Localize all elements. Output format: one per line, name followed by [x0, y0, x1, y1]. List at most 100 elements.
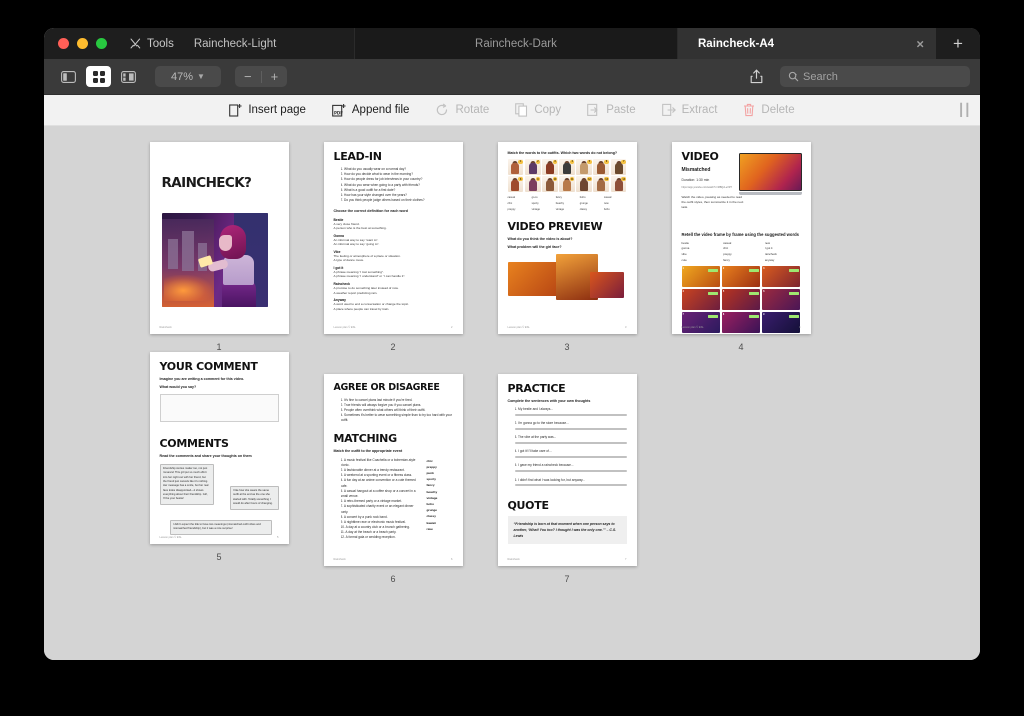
- copy-button[interactable]: Copy: [515, 103, 561, 117]
- close-tab-icon[interactable]: ×: [916, 37, 924, 50]
- paste-icon: [587, 103, 598, 116]
- word-option: fancy: [555, 196, 562, 200]
- thumbnail-cell: AGREE OR DISAGREE 1. It's fine to cancel…: [306, 374, 480, 584]
- grid-view-button[interactable]: [86, 66, 111, 87]
- tab-raincheck-dark[interactable]: Raincheck-Dark: [353, 28, 677, 59]
- section-title: COMMENTS: [159, 437, 229, 451]
- search-input[interactable]: Search: [780, 66, 970, 87]
- pdf-app-window: Tools Raincheck-Light Raincheck-Dark Rai…: [44, 28, 980, 660]
- tab-raincheck-light[interactable]: Raincheck-Light: [183, 28, 354, 59]
- svg-text:PDF: PDF: [334, 111, 343, 116]
- page-number-label: 5: [216, 552, 222, 562]
- list-item: 12. A formal gala or wedding reception.: [340, 535, 396, 540]
- thumbnail-cell: PRACTICE Complete the sentences with you…: [480, 374, 654, 584]
- word-option: new: [603, 202, 609, 206]
- thumbnail-grid: RAINCHECK? Raincheck 1 LEAD-IN 1. What d…: [44, 142, 980, 584]
- match-instruction: Match the words to the outfits. Which tw…: [507, 151, 618, 155]
- word-option: casual: [507, 196, 516, 200]
- cover-illustration: [161, 213, 268, 307]
- footer-left: Lesson plan © ESL: [159, 536, 182, 539]
- page-number-label: 2: [390, 342, 396, 352]
- word-bank: chic preppy punk sporty fancy beachy vin…: [427, 458, 453, 541]
- questions-list: 1. What do you usually wear on a normal …: [334, 167, 453, 203]
- insert-page-button[interactable]: Insert page: [229, 103, 306, 117]
- footer-right: 4: [799, 326, 801, 329]
- section-title: AGREE OR DISAGREE: [333, 382, 440, 393]
- illustration-girl-face: [218, 235, 232, 251]
- definitions-list: Bestie A very close friend. A person who…: [334, 218, 453, 312]
- minimize-window-button[interactable]: [77, 38, 88, 49]
- video-frame: 6: [762, 289, 801, 311]
- zoom-level-selector[interactable]: 47% ▼: [155, 66, 221, 87]
- new-tab-button[interactable]: +: [936, 28, 980, 59]
- thumbnail-cell: Match the words to the outfits. Which tw…: [480, 142, 654, 352]
- section-title: VIDEO PREVIEW: [507, 219, 603, 233]
- action-label: Extract: [681, 104, 718, 116]
- tab-raincheck-a4[interactable]: Raincheck-A4 ×: [677, 28, 936, 59]
- delete-button[interactable]: Delete: [743, 103, 795, 117]
- zoom-stepper[interactable]: − +: [235, 66, 288, 87]
- page-thumbnail-4[interactable]: VIDEO Mismatched Duration: 1:30 min http…: [671, 142, 811, 334]
- append-file-button[interactable]: PDF Append file: [332, 103, 409, 117]
- thumbnail-cell: LEAD-IN 1. What do you usually wear on a…: [306, 142, 480, 352]
- page-number-label: 7: [564, 574, 570, 584]
- word: rave: [426, 526, 433, 531]
- rotate-button[interactable]: Rotate: [435, 103, 489, 117]
- event-list: 1. A music festival like Coachella or a …: [334, 458, 421, 541]
- video-instruction: Watch the video, pausing as needed to re…: [681, 195, 744, 209]
- footer-left: Lesson plan © ESL: [333, 326, 356, 329]
- video-frame: 2: [721, 266, 761, 288]
- page-thumbnail-7[interactable]: PRACTICE Complete the sentences with you…: [497, 374, 637, 566]
- page-content: YOUR COMMENT Imagine you are writing a c…: [150, 352, 289, 544]
- two-page-view-icon: [121, 70, 136, 83]
- laptop-screen: [738, 153, 802, 191]
- page-number-label: 1: [216, 342, 222, 352]
- illustration-building: [167, 239, 178, 269]
- page-footer: Lesson plan © ESL 2: [334, 326, 453, 329]
- character-thumb: 14: [610, 176, 627, 193]
- character-thumb: 12: [576, 176, 593, 193]
- definition-b: A place where people can travel by train…: [333, 306, 390, 311]
- word: cute: [681, 257, 687, 262]
- page-thumbnail-6[interactable]: AGREE OR DISAGREE 1. It's fine to cancel…: [323, 374, 463, 566]
- insert-page-icon: [229, 104, 242, 117]
- character-grid: 1 2 3 4 5 6 7 8 9 10 11 12 13 14: [507, 159, 627, 193]
- share-button[interactable]: [743, 66, 769, 88]
- preview-image: [589, 272, 624, 299]
- zoom-out-button[interactable]: −: [235, 66, 261, 87]
- word-option: boho: [579, 196, 586, 200]
- suggested-words: bestie casual new gonna chic I got it vi…: [682, 241, 801, 262]
- page-thumbnail-5[interactable]: YOUR COMMENT Imagine you are writing a c…: [149, 352, 289, 544]
- extract-button[interactable]: Extract: [661, 103, 718, 117]
- comment-answer-box[interactable]: [159, 394, 279, 423]
- page-thumbnail-1[interactable]: RAINCHECK? Raincheck: [149, 142, 289, 334]
- tab-label: Raincheck-Light: [193, 37, 277, 50]
- action-label: Delete: [761, 104, 795, 116]
- preview-images: [507, 254, 627, 301]
- two-page-view-button[interactable]: [116, 66, 141, 87]
- footer-right: 7: [625, 558, 627, 561]
- page-content: RAINCHECK?: [150, 142, 289, 334]
- zoom-in-button[interactable]: +: [262, 66, 288, 87]
- thumbnail-cell: VIDEO Mismatched Duration: 1:30 min http…: [654, 142, 828, 352]
- character-thumb: 11: [559, 176, 575, 193]
- practice-list: 1. My bestie and I always... 2. I'm gonn…: [508, 407, 627, 488]
- footer-left: Raincheck: [507, 558, 520, 561]
- page-thumbnail-2[interactable]: LEAD-IN 1. What do you usually wear on a…: [323, 142, 463, 334]
- character-thumb: 10: [541, 176, 558, 193]
- sidebar-toggle-button[interactable]: [56, 66, 81, 87]
- list-item: 7. A sophisticated charity event or an e…: [340, 504, 414, 514]
- comment-bubble: Friendship stories matter too, not just …: [159, 463, 214, 506]
- maximize-window-button[interactable]: [96, 38, 107, 49]
- paste-button[interactable]: Paste: [587, 103, 636, 117]
- list-item: 2. I'm gonna go to the store because...: [514, 421, 627, 432]
- character-thumb: 9: [524, 176, 541, 193]
- page-footer: Lesson plan © ESL 5: [160, 536, 279, 539]
- page-thumbnail-canvas[interactable]: RAINCHECK? Raincheck 1 LEAD-IN 1. What d…: [44, 126, 980, 660]
- toolbar-resize-handle[interactable]: ┃┃: [958, 103, 971, 117]
- zoom-level-value: 47%: [171, 70, 194, 83]
- close-window-button[interactable]: [58, 38, 69, 49]
- laptop-base: [738, 192, 802, 195]
- page-thumbnail-3[interactable]: Match the words to the outfits. Which tw…: [497, 142, 637, 334]
- tools-button[interactable]: Tools: [115, 28, 184, 59]
